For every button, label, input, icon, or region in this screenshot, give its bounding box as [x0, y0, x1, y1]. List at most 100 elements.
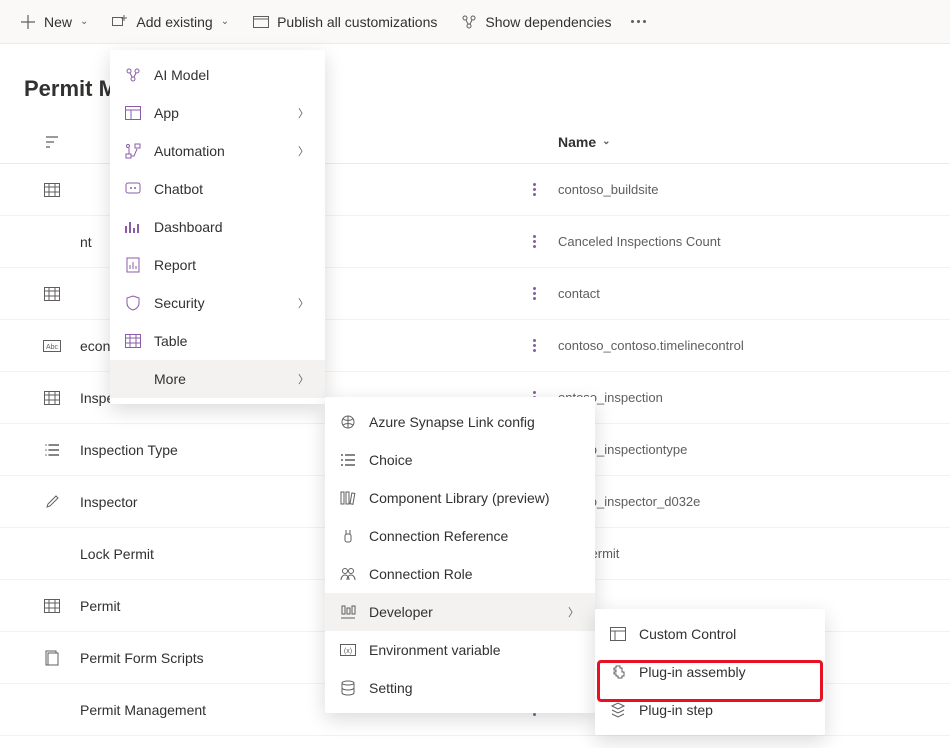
pluginstep-icon — [609, 701, 627, 719]
report-icon — [124, 256, 142, 274]
menu-item-table[interactable]: Table — [110, 322, 325, 360]
row-type-icon — [24, 183, 80, 197]
menu-item-label: Plug-in assembly — [639, 664, 809, 680]
row-type-icon — [24, 444, 80, 456]
menu-item-label: AI Model — [154, 67, 309, 83]
chatbot-icon — [124, 180, 142, 198]
row-name: contact — [558, 286, 950, 301]
menu-item-security[interactable]: Security 〉 — [110, 284, 325, 322]
plugin-icon — [609, 663, 627, 681]
dependencies-icon — [461, 14, 477, 30]
setting-icon — [339, 679, 357, 697]
menu-item-environment-variable[interactable]: (x) Environment variable — [325, 631, 595, 669]
row-type-icon — [24, 650, 80, 666]
row-name: Canceled Inspections Count — [558, 234, 950, 249]
menu-item-label: Plug-in step — [639, 702, 809, 718]
row-actions-button[interactable] — [510, 235, 558, 248]
row-type-icon — [24, 391, 80, 405]
menu-item-label: Automation — [154, 143, 274, 159]
menu-item-label: More — [154, 371, 274, 387]
row-name: contoso_buildsite — [558, 182, 950, 197]
svg-text:Abc: Abc — [46, 344, 59, 351]
command-bar: New ⌄ Add existing ⌄ Publish all customi… — [0, 0, 950, 44]
connrole-icon — [339, 565, 357, 583]
menu-item-setting[interactable]: Setting — [325, 669, 595, 707]
show-deps-label: Show dependencies — [485, 14, 611, 30]
publish-icon — [253, 14, 269, 30]
show-deps-button[interactable]: Show dependencies — [451, 8, 621, 36]
row-actions-button[interactable] — [510, 287, 558, 300]
menu-item-label: Developer — [369, 604, 544, 620]
menu-item-label: Connection Role — [369, 566, 579, 582]
menu-item-label: Custom Control — [639, 626, 809, 642]
sort-icon[interactable] — [24, 135, 80, 149]
row-actions-button[interactable] — [510, 339, 558, 352]
menu-item-label: Report — [154, 257, 309, 273]
add-existing-label: Add existing — [136, 14, 212, 30]
name-header[interactable]: Name ⌄ — [558, 134, 950, 150]
more-icon — [124, 370, 142, 388]
menu-item-label: Security — [154, 295, 274, 311]
chevron-right-icon: 〉 — [298, 371, 309, 387]
menu-item-label: Environment variable — [369, 642, 579, 658]
menu-item-app[interactable]: App 〉 — [110, 94, 325, 132]
plus-icon — [20, 14, 36, 30]
connref-icon — [339, 527, 357, 545]
menu-item-ai-model[interactable]: AI Model — [110, 56, 325, 94]
row-type-icon — [24, 287, 80, 301]
complib-icon — [339, 489, 357, 507]
chevron-down-icon: ⌄ — [602, 136, 610, 147]
new-dropdown-menu: AI Model App 〉 Automation 〉 Chatbot Dash… — [110, 50, 325, 404]
menu-item-plug-in-assembly[interactable]: Plug-in assembly — [595, 653, 825, 691]
menu-item-dashboard[interactable]: Dashboard — [110, 208, 325, 246]
customcontrol-icon — [609, 625, 627, 643]
menu-item-chatbot[interactable]: Chatbot — [110, 170, 325, 208]
menu-item-automation[interactable]: Automation 〉 — [110, 132, 325, 170]
menu-item-choice[interactable]: Choice — [325, 441, 595, 479]
menu-item-label: App — [154, 105, 274, 121]
menu-item-label: Dashboard — [154, 219, 309, 235]
synapse-icon — [339, 413, 357, 431]
svg-text:(x): (x) — [344, 648, 352, 655]
publish-label: Publish all customizations — [277, 14, 437, 30]
more-submenu: Azure Synapse Link config Choice Compone… — [325, 397, 595, 713]
menu-item-label: Chatbot — [154, 181, 309, 197]
menu-item-connection-reference[interactable]: Connection Reference — [325, 517, 595, 555]
chevron-right-icon: 〉 — [568, 604, 579, 620]
menu-item-connection-role[interactable]: Connection Role — [325, 555, 595, 593]
chevron-down-icon: ⌄ — [221, 16, 229, 27]
new-button[interactable]: New ⌄ — [10, 8, 98, 36]
menu-item-azure-synapse-link-config[interactable]: Azure Synapse Link config — [325, 403, 595, 441]
menu-item-report[interactable]: Report — [110, 246, 325, 284]
menu-item-label: Component Library (preview) — [369, 490, 579, 506]
table-icon — [124, 332, 142, 350]
automation-icon — [124, 142, 142, 160]
menu-item-more[interactable]: More 〉 — [110, 360, 325, 398]
row-name: ock Permit — [558, 546, 950, 561]
row-type-icon: Abc — [24, 340, 80, 352]
dashboard-icon — [124, 218, 142, 236]
add-existing-icon — [112, 14, 128, 30]
menu-item-custom-control[interactable]: Custom Control — [595, 615, 825, 653]
chevron-right-icon: 〉 — [298, 295, 309, 311]
row-type-icon — [24, 599, 80, 613]
chevron-right-icon: 〉 — [298, 105, 309, 121]
menu-item-label: Setting — [369, 680, 579, 696]
menu-item-plug-in-step[interactable]: Plug-in step — [595, 691, 825, 729]
menu-item-developer[interactable]: Developer 〉 — [325, 593, 595, 631]
publish-button[interactable]: Publish all customizations — [243, 8, 447, 36]
more-commands-button[interactable] — [625, 14, 652, 29]
add-existing-button[interactable]: Add existing ⌄ — [102, 8, 239, 36]
menu-item-label: Choice — [369, 452, 579, 468]
menu-item-component-library-preview-[interactable]: Component Library (preview) — [325, 479, 595, 517]
menu-item-label: Table — [154, 333, 309, 349]
ai-icon — [124, 66, 142, 84]
app-icon — [124, 104, 142, 122]
row-actions-button[interactable] — [510, 183, 558, 196]
menu-item-label: Azure Synapse Link config — [369, 414, 579, 430]
chevron-right-icon: 〉 — [298, 143, 309, 159]
row-name: ontoso_inspection — [558, 390, 950, 405]
row-name: ontoso_inspectiontype — [558, 442, 950, 457]
security-icon — [124, 294, 142, 312]
developer-submenu: Custom Control Plug-in assembly Plug-in … — [595, 609, 825, 735]
